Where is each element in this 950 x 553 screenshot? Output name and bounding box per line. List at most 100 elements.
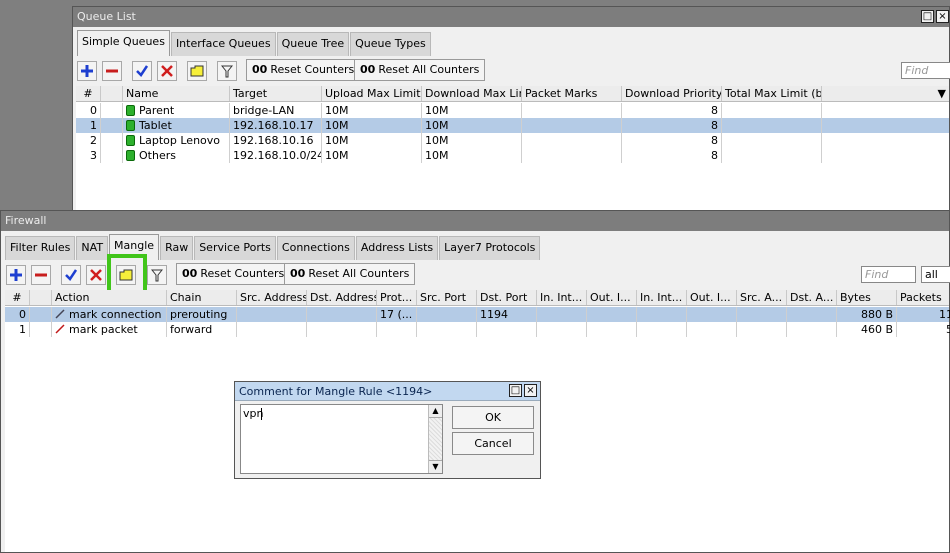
row-action: mark connection (69, 308, 162, 321)
row-cell (687, 322, 737, 337)
row-priority: 8 (622, 103, 722, 118)
row-flags (30, 322, 52, 337)
queue-icon (126, 135, 135, 146)
table-row[interactable]: 1 Tablet 192.168.10.17 10M 10M 8 (76, 118, 949, 133)
column-header-src-port[interactable]: Src. Port (417, 290, 477, 305)
remove-button[interactable] (31, 265, 51, 285)
disable-button[interactable] (86, 265, 106, 285)
row-name-cell: Others (123, 148, 230, 163)
cancel-button[interactable]: Cancel (452, 432, 534, 455)
reset-counters-label: Reset Counters (200, 267, 285, 280)
scroll-up-icon[interactable]: ▲ (429, 405, 442, 418)
tab-connections[interactable]: Connections (276, 236, 355, 260)
filter-icon (221, 65, 233, 77)
column-header-name[interactable]: Name (123, 86, 230, 101)
column-header-flags[interactable] (101, 86, 123, 101)
column-header-out-interface[interactable]: Out. I... (587, 290, 637, 305)
table-row[interactable]: 0 mark connection prerouting 17 (... 119… (5, 307, 950, 322)
row-src-port (417, 322, 477, 337)
column-header-in-interface[interactable]: In. Int... (537, 290, 587, 305)
row-marks (522, 133, 622, 148)
column-header-dst-port[interactable]: Dst. Port (477, 290, 537, 305)
add-button[interactable] (6, 265, 26, 285)
filter-button[interactable] (147, 265, 167, 285)
column-header-total-max[interactable]: Total Max Limit (b... (722, 86, 822, 101)
reset-all-counters-button[interactable]: 00 Reset All Counters (354, 59, 486, 81)
textarea-scrollbar[interactable]: ▲ ▼ (428, 405, 442, 473)
column-header-src-address[interactable]: Src. Address (237, 290, 307, 305)
column-header-upload-max[interactable]: Upload Max Limit (322, 86, 422, 101)
column-header-action[interactable]: Action (52, 290, 167, 305)
close-icon[interactable]: × (936, 10, 949, 23)
comment-textarea[interactable]: vpn ▲ ▼ (240, 404, 443, 474)
tab-nat[interactable]: NAT (76, 236, 109, 260)
reset-all-counters-button[interactable]: 00 Reset All Counters (284, 263, 416, 285)
firewall-titlebar[interactable]: Firewall (1, 211, 949, 231)
search-input[interactable]: Find (901, 62, 950, 79)
column-header-packets[interactable]: Packets (897, 290, 950, 305)
remove-button[interactable] (102, 61, 122, 81)
filter-select[interactable]: all (921, 266, 950, 283)
tab-raw[interactable]: Raw (160, 236, 194, 260)
table-header: # Name Target Upload Max Limit Download … (76, 86, 949, 102)
column-header-out-interface-list[interactable]: Out. I... (687, 290, 737, 305)
search-input[interactable]: Find (861, 266, 916, 283)
maximize-icon[interactable]: □ (509, 384, 522, 397)
table-row[interactable]: 1 mark packet forward 460 B 5 (5, 322, 950, 337)
tab-service-ports[interactable]: Service Ports (194, 236, 276, 260)
tab-address-lists[interactable]: Address Lists (355, 236, 439, 260)
x-icon (161, 65, 173, 77)
column-header-download-priority[interactable]: Download Priority (622, 86, 722, 101)
table-row[interactable]: 0 Parent bridge-LAN 10M 10M 8 (76, 103, 949, 118)
row-upload: 10M (322, 103, 422, 118)
comment-dialog-title: Comment for Mangle Rule <1194> (239, 385, 433, 398)
disable-button[interactable] (157, 61, 177, 81)
comment-button[interactable] (187, 61, 207, 81)
row-cell (537, 307, 587, 322)
maximize-icon[interactable]: □ (921, 10, 934, 23)
row-packets: 5 (897, 322, 950, 337)
column-header-bytes[interactable]: Bytes (837, 290, 897, 305)
column-header-dst-address-list[interactable]: Dst. A... (787, 290, 837, 305)
ok-button[interactable]: OK (452, 406, 534, 429)
tab-queue-tree[interactable]: Queue Tree (276, 32, 350, 56)
column-header-num[interactable]: # (76, 86, 101, 101)
column-header-protocol[interactable]: Prot... (377, 290, 417, 305)
column-header-src-address-list[interactable]: Src. A... (737, 290, 787, 305)
column-header-flags[interactable] (30, 290, 52, 305)
scroll-down-icon[interactable]: ▼ (429, 460, 442, 473)
tab-queue-types[interactable]: Queue Types (350, 32, 431, 56)
reset-counters-button[interactable]: 00 Reset Counters (176, 263, 291, 285)
row-dst-port: 1194 (477, 307, 537, 322)
tab-interface-queues[interactable]: Interface Queues (170, 32, 276, 56)
comment-dialog-titlebar[interactable]: Comment for Mangle Rule <1194> □ × (235, 382, 540, 401)
row-total (722, 118, 822, 133)
column-header-download-max[interactable]: Download Max Limit (422, 86, 522, 101)
queue-list-titlebar[interactable]: Queue List □ × (73, 7, 949, 27)
column-header-in-interface-list[interactable]: In. Int... (637, 290, 687, 305)
tab-filter-rules[interactable]: Filter Rules (5, 236, 76, 260)
enable-button[interactable] (132, 61, 152, 81)
row-flags (101, 148, 123, 163)
tab-layer7-protocols[interactable]: Layer7 Protocols (439, 236, 541, 260)
row-marks (522, 118, 622, 133)
column-header-chain[interactable]: Chain (167, 290, 237, 305)
tab-simple-queues[interactable]: Simple Queues (77, 30, 170, 56)
row-dst-address (307, 307, 377, 322)
row-upload: 10M (322, 148, 422, 163)
plus-icon (10, 269, 22, 281)
enable-button[interactable] (61, 265, 81, 285)
filter-button[interactable] (217, 61, 237, 81)
column-header-target[interactable]: Target (230, 86, 322, 101)
close-icon[interactable]: × (524, 384, 537, 397)
column-header-num[interactable]: # (5, 290, 30, 305)
column-header-packet-marks[interactable]: Packet Marks (522, 86, 622, 101)
table-row[interactable]: 2 Laptop Lenovo 192.168.10.16 10M 10M 8 (76, 133, 949, 148)
reset-counters-button[interactable]: 00 Reset Counters (246, 59, 361, 81)
column-header-dst-address[interactable]: Dst. Address (307, 290, 377, 305)
columns-dropdown-icon[interactable]: ▼ (822, 86, 949, 101)
table-row[interactable]: 3 Others 192.168.10.0/24 10M 10M 8 (76, 148, 949, 163)
add-button[interactable] (77, 61, 97, 81)
check-icon (136, 65, 148, 77)
row-marks (522, 148, 622, 163)
